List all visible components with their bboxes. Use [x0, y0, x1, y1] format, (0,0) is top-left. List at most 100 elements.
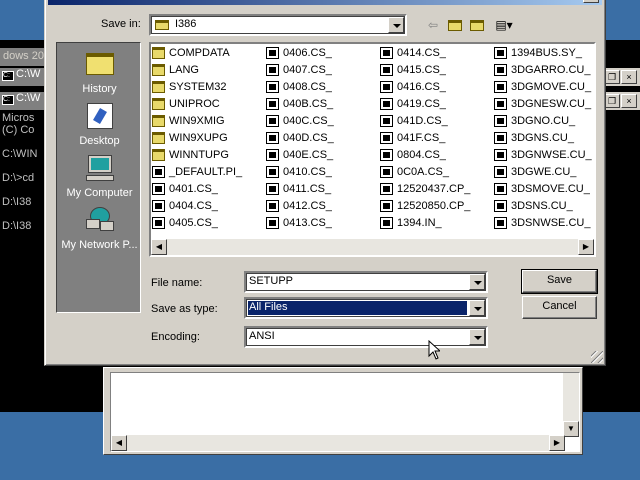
cancel-button[interactable]: Cancel	[522, 296, 597, 319]
save-as-type-dropdown[interactable]: All Files	[244, 297, 488, 319]
file-icon	[266, 217, 279, 229]
file-item[interactable]: 3DSNS.CU_	[493, 198, 573, 214]
mouse-cursor-icon	[428, 340, 440, 360]
file-item[interactable]: 0C0A.CS_	[379, 164, 449, 180]
file-list-scrollbar[interactable]: ◀ ▶	[151, 239, 594, 255]
console-titlebar-2[interactable]: C: C:\W	[0, 92, 48, 110]
file-icon	[494, 149, 507, 161]
folder-item[interactable]: COMPDATA	[151, 45, 230, 61]
file-item[interactable]: 3DGNWSE.CU_	[493, 147, 592, 163]
file-item[interactable]: 0410.CS_	[265, 164, 332, 180]
file-item[interactable]: 12520437.CP_	[379, 181, 470, 197]
file-item[interactable]: 3DGWE.CU_	[493, 164, 576, 180]
file-item[interactable]: 1394BUS.SY_	[493, 45, 582, 61]
notepad-vertical-scrollbar[interactable]: ▼	[563, 373, 579, 437]
notepad-edit-area[interactable]: ▼ ◀ ▶	[110, 372, 580, 452]
file-item[interactable]: 0401.CS_	[151, 181, 218, 197]
file-item[interactable]: 3DGNESW.CU_	[493, 96, 591, 112]
file-list[interactable]: COMPDATA LANG SYSTEM32 UNIPROC WIN9XMIG WIN9X…	[149, 42, 596, 257]
file-name: 3DGNESW.CU_	[511, 98, 592, 110]
file-name-label: File name:	[151, 277, 203, 289]
file-name: 0405.CS_	[169, 217, 218, 229]
file-item[interactable]: 040E.CS_	[265, 147, 333, 163]
chevron-down-icon[interactable]	[388, 17, 404, 33]
file-icon	[380, 183, 393, 195]
chevron-down-icon[interactable]	[469, 274, 485, 290]
file-item[interactable]: 3DGNS.CU_	[493, 130, 574, 146]
new-folder-icon[interactable]	[467, 16, 487, 34]
file-item[interactable]: 0413.CS_	[265, 215, 332, 231]
folder-item[interactable]: WIN9XMIG	[151, 113, 225, 129]
desktop-background	[0, 412, 103, 480]
file-item[interactable]: 0407.CS_	[265, 62, 332, 78]
file-item[interactable]: 0804.CS_	[379, 147, 446, 163]
file-item[interactable]: 12520850.CP_	[379, 198, 470, 214]
file-icon	[266, 64, 279, 76]
file-item[interactable]: 1394.IN_	[379, 215, 442, 231]
file-name-field[interactable]: SETUPP	[244, 271, 488, 293]
console-line: C:\WIN	[2, 148, 38, 160]
restore-icon[interactable]: ❐	[604, 70, 620, 84]
encoding-dropdown[interactable]: ANSI	[244, 326, 488, 348]
file-item[interactable]: 3DSNWSE.CU_	[493, 215, 590, 231]
scroll-right-icon[interactable]: ▶	[549, 435, 565, 451]
restore-icon[interactable]: ❐	[604, 94, 620, 108]
file-item[interactable]: 0404.CS_	[151, 198, 218, 214]
file-item[interactable]: 0405.CS_	[151, 215, 218, 231]
file-item[interactable]: 3DGNO.CU_	[493, 113, 575, 129]
file-item[interactable]: 0408.CS_	[265, 79, 332, 95]
file-item[interactable]: 0411.CS_	[265, 181, 331, 197]
folder-item[interactable]: LANG	[151, 62, 199, 78]
file-item[interactable]: 040C.CS_	[265, 113, 334, 129]
scroll-left-icon[interactable]: ◀	[151, 239, 167, 255]
place-network[interactable]: My Network P...	[57, 205, 142, 251]
folder-item[interactable]: WIN9XUPG	[151, 130, 228, 146]
close-icon[interactable]: ×	[621, 70, 637, 84]
file-name: 0416.CS_	[397, 81, 446, 93]
place-my-computer[interactable]: My Computer	[57, 153, 142, 199]
scroll-left-icon[interactable]: ◀	[111, 435, 127, 451]
file-item[interactable]: 3DGARRO.CU_	[493, 62, 590, 78]
console-titlebar-1[interactable]: C: C:\W	[0, 68, 48, 86]
file-name: UNIPROC	[169, 98, 220, 110]
file-item[interactable]: 3DSMOVE.CU_	[493, 181, 590, 197]
file-item[interactable]: 0416.CS_	[379, 79, 446, 95]
save-button[interactable]: Save	[521, 269, 598, 294]
console-controls-1: ❐ ×	[600, 68, 640, 86]
up-folder-icon[interactable]	[445, 16, 465, 34]
console-line: Micros	[2, 112, 35, 124]
dialog-titlebar[interactable]	[48, 0, 602, 5]
folder-item[interactable]: SYSTEM32	[151, 79, 226, 95]
file-item[interactable]: 3DGMOVE.CU_	[493, 79, 591, 95]
file-item[interactable]: 040D.CS_	[265, 130, 334, 146]
folder-item[interactable]: UNIPROC	[151, 96, 220, 112]
save-in-dropdown[interactable]: I386	[149, 14, 407, 36]
place-label: My Network P...	[61, 239, 138, 251]
back-icon[interactable]: ⇦	[423, 16, 443, 34]
place-history[interactable]: History	[57, 49, 142, 95]
place-desktop[interactable]: Desktop	[57, 101, 142, 147]
file-icon	[152, 200, 165, 212]
file-item[interactable]: 0419.CS_	[379, 96, 446, 112]
file-item[interactable]: 0414.CS_	[379, 45, 446, 61]
file-item[interactable]: 040B.CS_	[265, 96, 333, 112]
file-item[interactable]: 041D.CS_	[379, 113, 448, 129]
scroll-down-icon[interactable]: ▼	[563, 421, 579, 437]
chevron-down-icon[interactable]	[469, 329, 485, 345]
file-item[interactable]: 0412.CS_	[265, 198, 332, 214]
file-item[interactable]: 041F.CS_	[379, 130, 445, 146]
file-icon	[266, 183, 279, 195]
view-menu-icon[interactable]: ▤▾	[491, 16, 517, 34]
file-item[interactable]: 0406.CS_	[265, 45, 332, 61]
file-item[interactable]: _DEFAULT.PI_	[151, 164, 242, 180]
chevron-down-icon[interactable]	[469, 300, 485, 316]
file-icon	[380, 47, 393, 59]
close-icon[interactable]	[583, 0, 599, 3]
close-icon[interactable]: ×	[621, 94, 637, 108]
folder-item[interactable]: WINNTUPG	[151, 147, 229, 163]
notepad-horizontal-scrollbar[interactable]: ◀ ▶	[111, 435, 565, 451]
file-icon	[380, 166, 393, 178]
file-item[interactable]: 0415.CS_	[379, 62, 446, 78]
resize-grip[interactable]	[591, 351, 603, 363]
scroll-right-icon[interactable]: ▶	[578, 239, 594, 255]
